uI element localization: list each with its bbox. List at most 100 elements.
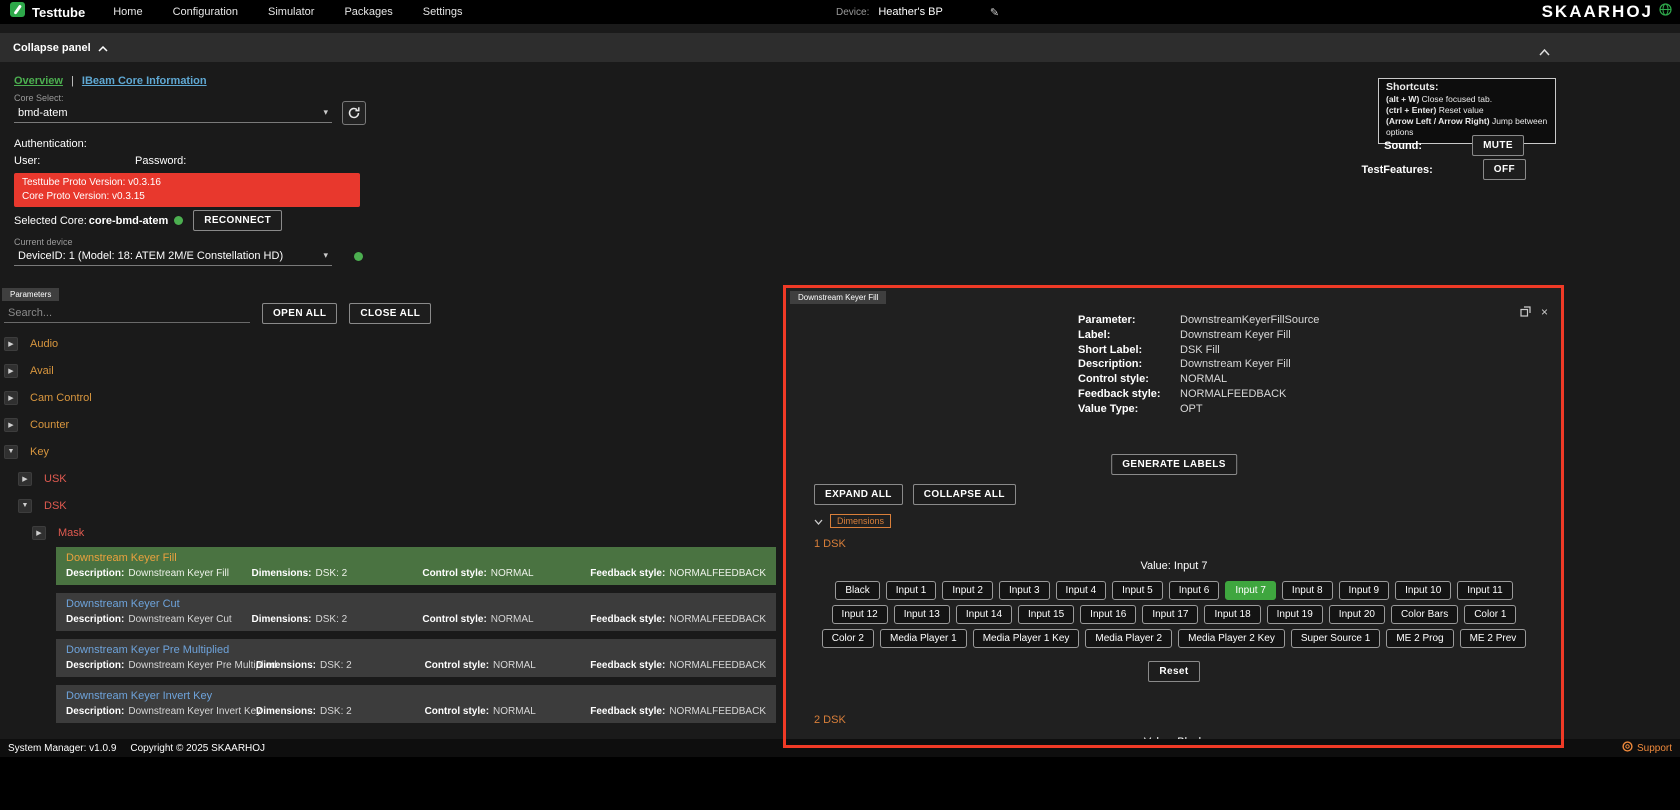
tree-toggle-icon[interactable]: ▶ <box>32 526 46 540</box>
device-status-dot <box>354 252 363 261</box>
core-information-link[interactable]: IBeam Core Information <box>82 75 207 87</box>
tree-item-label[interactable]: USK <box>44 473 67 485</box>
option-button[interactable]: Input 18 <box>1204 605 1260 624</box>
option-button[interactable]: Input 16 <box>1080 605 1136 624</box>
option-button[interactable]: Input 1 <box>886 581 937 600</box>
option-button[interactable]: Media Player 1 <box>880 629 967 648</box>
support-link[interactable]: Support <box>1622 741 1672 755</box>
tree-item-label[interactable]: Avail <box>30 365 54 377</box>
popout-icon[interactable] <box>1520 306 1531 317</box>
tree-item[interactable]: ▼ DSK <box>0 492 778 519</box>
detail-panel-tab[interactable]: Downstream Keyer Fill <box>790 291 886 304</box>
option-button[interactable]: Input 20 <box>1329 605 1385 624</box>
collapse-all-button[interactable]: COLLAPSE ALL <box>913 484 1016 505</box>
option-button[interactable]: Color Bars <box>1391 605 1458 624</box>
option-button[interactable]: Super Source 1 <box>1291 629 1381 648</box>
edit-device-icon[interactable]: ✎ <box>990 6 999 19</box>
refresh-core-button[interactable] <box>342 101 366 125</box>
tree-item-label[interactable]: Cam Control <box>30 392 92 404</box>
chevron-up-icon[interactable] <box>98 39 108 57</box>
tree-item-label[interactable]: Counter <box>30 419 69 431</box>
option-button[interactable]: Input 6 <box>1169 581 1220 600</box>
option-button[interactable]: Input 14 <box>956 605 1012 624</box>
tree-item-label[interactable]: Key <box>30 446 49 458</box>
tree-toggle-icon[interactable]: ▼ <box>18 499 32 513</box>
parameter-card[interactable]: Downstream Keyer Pre Multiplied Descript… <box>56 639 776 677</box>
option-button[interactable]: Input 9 <box>1339 581 1390 600</box>
menu-item-packages[interactable]: Packages <box>344 6 392 18</box>
status-bar: System Manager: v1.0.9 Copyright © 2025 … <box>0 739 1680 757</box>
reconnect-button[interactable]: RECONNECT <box>193 210 282 231</box>
collapse-panel-label: Collapse panel <box>13 42 91 54</box>
tree-toggle-icon[interactable]: ▶ <box>4 337 18 351</box>
tree-toggle-icon[interactable]: ▼ <box>4 445 18 459</box>
generate-labels-button[interactable]: GENERATE LABELS <box>1111 454 1237 475</box>
core-select-dropdown[interactable]: bmd-atem ▾ <box>14 103 332 123</box>
option-button[interactable]: Input 15 <box>1018 605 1074 624</box>
globe-icon[interactable] <box>1659 3 1672 21</box>
tree-item[interactable]: ▶ USK <box>0 465 778 492</box>
expand-all-button[interactable]: EXPAND ALL <box>814 484 903 505</box>
option-button[interactable]: ME 2 Prev <box>1460 629 1527 648</box>
device-id-dropdown[interactable]: DeviceID: 1 (Model: 18: ATEM 2M/E Conste… <box>14 246 332 266</box>
mute-button[interactable]: MUTE <box>1472 135 1524 156</box>
dimensions-chip[interactable]: Dimensions <box>830 514 891 528</box>
parameter-card-title: Downstream Keyer Fill <box>66 552 766 564</box>
option-button[interactable]: Color 1 <box>1464 605 1516 624</box>
feedback-style-value: NORMALFEEDBACK <box>669 706 766 717</box>
tree-toggle-icon[interactable]: ▶ <box>4 418 18 432</box>
option-button[interactable]: Input 8 <box>1282 581 1333 600</box>
option-button[interactable]: Input 12 <box>832 605 888 624</box>
menu-item-home[interactable]: Home <box>113 6 142 18</box>
option-button[interactable]: Media Player 2 <box>1085 629 1172 648</box>
tree-toggle-icon[interactable]: ▶ <box>4 364 18 378</box>
option-button[interactable]: Black <box>835 581 879 600</box>
parameters-panel-tab[interactable]: Parameters <box>2 288 59 301</box>
option-button[interactable]: Input 11 <box>1457 581 1512 600</box>
collapse-chevron-up-icon[interactable] <box>1539 43 1550 61</box>
close-all-button[interactable]: CLOSE ALL <box>349 303 431 324</box>
tree-item[interactable]: ▶ Counter <box>0 411 778 438</box>
open-all-button[interactable]: OPEN ALL <box>262 303 337 324</box>
option-button[interactable]: Input 13 <box>894 605 950 624</box>
close-icon[interactable]: × <box>1541 307 1548 317</box>
description-value: Downstream Keyer Fill <box>128 568 229 579</box>
tree-toggle-icon[interactable]: ▶ <box>18 472 32 486</box>
option-button[interactable]: Input 4 <box>1056 581 1107 600</box>
detail-field-label: Parameter: <box>1078 313 1170 328</box>
tree-item[interactable]: ▶ Cam Control <box>0 384 778 411</box>
option-button[interactable]: Input 10 <box>1395 581 1451 600</box>
search-input[interactable] <box>4 304 250 323</box>
option-button[interactable]: Input 7 <box>1225 581 1276 600</box>
option-button[interactable]: Input 5 <box>1112 581 1163 600</box>
option-button[interactable]: Input 3 <box>999 581 1050 600</box>
tree-item[interactable]: ▶ Audio <box>0 330 778 357</box>
option-button[interactable]: ME 2 Prog <box>1386 629 1453 648</box>
app-root: Testtube Home Configuration Simulator Pa… <box>0 0 1680 757</box>
tree-toggle-icon[interactable]: ▶ <box>4 391 18 405</box>
parameter-card[interactable]: Downstream Keyer Invert Key Description:… <box>56 685 776 723</box>
system-manager-version: System Manager: v1.0.9 <box>8 743 116 754</box>
tree-item-label[interactable]: Mask <box>58 527 84 539</box>
option-button[interactable]: Media Player 1 Key <box>973 629 1080 648</box>
tree-item[interactable]: ▶ Avail <box>0 357 778 384</box>
menu-item-settings[interactable]: Settings <box>423 6 463 18</box>
parameter-card[interactable]: Downstream Keyer Cut Description:Downstr… <box>56 593 776 631</box>
overview-link[interactable]: Overview <box>14 75 63 87</box>
option-button[interactable]: Color 2 <box>822 629 874 648</box>
parameter-card[interactable]: Downstream Keyer Fill Description:Downst… <box>56 547 776 585</box>
tree-item-label[interactable]: Audio <box>30 338 58 350</box>
collapse-panel-bar[interactable]: Collapse panel <box>0 33 1680 62</box>
tree-item-label[interactable]: DSK <box>44 500 67 512</box>
menu-item-configuration[interactable]: Configuration <box>173 6 238 18</box>
option-button[interactable]: Media Player 2 Key <box>1178 629 1285 648</box>
testfeatures-off-button[interactable]: OFF <box>1483 159 1526 180</box>
dimension-section: 1 DSK Value: Input 7 BlackInput 1Input 2… <box>814 538 1534 682</box>
menu-item-simulator[interactable]: Simulator <box>268 6 314 18</box>
tree-item[interactable]: ▶ Mask <box>0 519 778 546</box>
option-button[interactable]: Input 19 <box>1267 605 1323 624</box>
option-button[interactable]: Input 2 <box>942 581 993 600</box>
tree-item[interactable]: ▼ Key <box>0 438 778 465</box>
reset-button[interactable]: Reset <box>1148 661 1199 682</box>
option-button[interactable]: Input 17 <box>1142 605 1198 624</box>
